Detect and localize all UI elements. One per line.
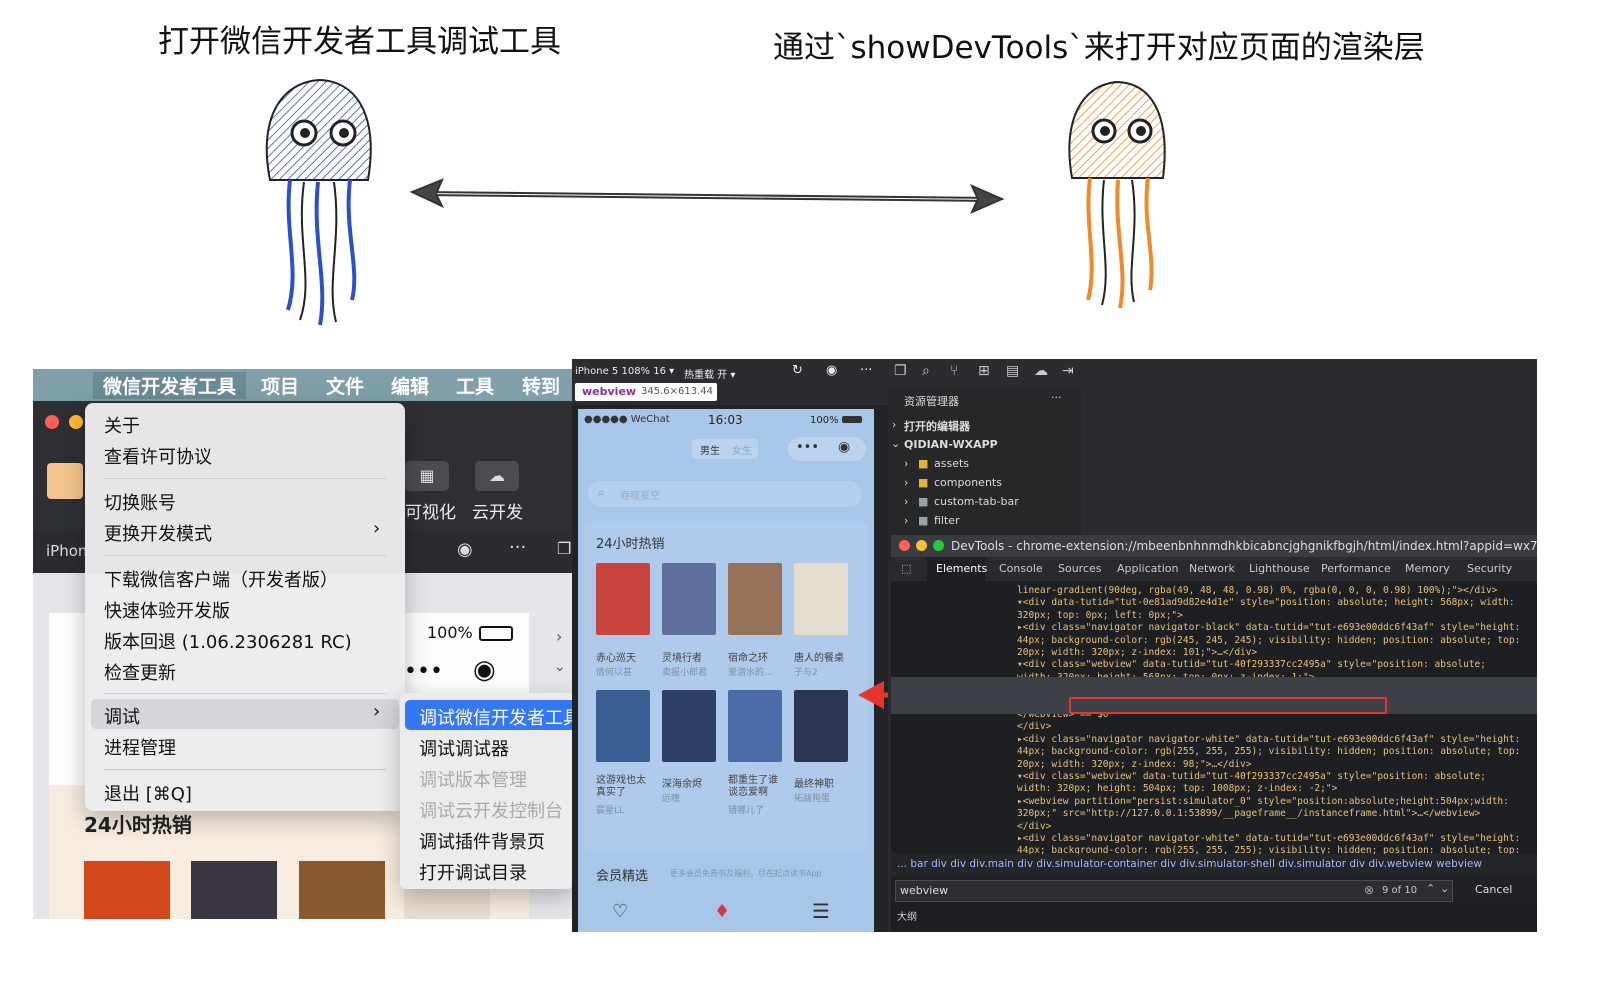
folder-icon: ■ [918, 514, 929, 527]
chevron-right-icon: › [904, 476, 909, 489]
open-editors[interactable]: 打开的编辑器 [904, 418, 970, 434]
search-icon[interactable]: ⌕ [922, 363, 930, 379]
more-icon[interactable]: ··· [1051, 391, 1062, 404]
devtools-title: DevTools - chrome-extension://mbeenbnhnm… [951, 539, 1537, 553]
devtools-tabs: ⬚ Elements Console Sources Application N… [891, 557, 1537, 581]
tab-lighthouse[interactable]: Lighthouse [1249, 562, 1310, 575]
dom-code-line[interactable]: 320px; top: 0px; left: 0px;"> [1017, 610, 1183, 621]
zoom-button[interactable] [933, 540, 944, 551]
chevron-down-icon: ⌄ [891, 437, 901, 450]
tab-elements[interactable]: Elements [936, 562, 987, 575]
tab-console[interactable]: Console [999, 562, 1043, 575]
tab-network[interactable]: Network [1189, 562, 1235, 575]
panel-icon[interactable]: ▤ [1006, 363, 1019, 379]
folder-icon: ■ [918, 476, 929, 489]
chevron-right-icon: › [904, 514, 909, 527]
breadcrumb-path[interactable]: ... bar div div div.main div div.simulat… [897, 858, 1482, 870]
devtools-window: DevTools - chrome-extension://mbeenbnhnm… [891, 535, 1537, 932]
folder-icon: ■ [918, 495, 929, 508]
devtools-screenshot: ❐ ⌕ ⑂ ⊞ ▤ ☁ ⇥ 资源管理器 ··· › 打开的编辑器 ⌄ QIDIA… [888, 359, 1537, 932]
tab-memory[interactable]: Memory [1405, 562, 1450, 575]
inspect-icon[interactable]: ⬚ [901, 562, 911, 575]
folder-custom-tab-bar[interactable]: custom-tab-bar [934, 495, 1019, 508]
extensions-icon[interactable]: ⊞ [978, 363, 990, 379]
split-icon[interactable]: ⇥ [1062, 363, 1074, 379]
dom-code-line[interactable]: 20px; width: 320px; z-index: 101;">…</di… [1017, 647, 1257, 658]
dom-code-line[interactable]: ▸<webview partition="persist:simulator_0… [1017, 796, 1509, 807]
search-input[interactable]: webview ⊗ 9 of 10 ⌃ ⌄ [895, 880, 1453, 902]
folder-icon: ■ [918, 457, 929, 470]
dom-code-line[interactable]: width: 320px; height: 504px; top: 1008px… [1017, 783, 1337, 794]
dom-code-line[interactable]: </div> [1017, 821, 1051, 832]
src-highlight-box [1069, 697, 1387, 714]
search-value: webview [900, 884, 949, 897]
folder-assets[interactable]: assets [934, 457, 969, 470]
dom-code-line[interactable]: 20px; width: 320px; z-index: 98;">…</div… [1017, 759, 1252, 770]
chevron-right-icon: › [904, 495, 909, 508]
cancel-button[interactable]: Cancel [1475, 883, 1512, 896]
devtools-titlebar: DevTools - chrome-extension://mbeenbnhnm… [891, 535, 1537, 557]
chevron-right-icon: › [892, 418, 897, 431]
dom-code-line[interactable]: 44px; background-color: rgb(255, 255, 25… [1017, 746, 1520, 757]
tab-application[interactable]: Application [1117, 562, 1178, 575]
explorer-title: 资源管理器 [904, 395, 959, 408]
tab-security[interactable]: Security [1467, 562, 1512, 575]
ide-toolbar: ❐ ⌕ ⑂ ⊞ ▤ ☁ ⇥ [888, 359, 1537, 387]
minimize-button[interactable] [916, 540, 927, 551]
chevron-right-icon: › [904, 457, 909, 470]
outline-section[interactable]: 大纲 [897, 908, 917, 923]
folder-components[interactable]: components [934, 476, 1002, 489]
dom-code-line[interactable]: ▸<div class="navigator navigator-white" … [1017, 734, 1520, 745]
breadcrumb: ... bar div div div.main div div.simulat… [891, 854, 1537, 876]
dom-code-line[interactable]: ▾<div class="webview" data-tutid="tut-40… [1017, 771, 1486, 782]
find-bar: webview ⊗ 9 of 10 ⌃ ⌄ Cancel [891, 876, 1537, 904]
next-match-icon[interactable]: ⌄ [1440, 882, 1449, 895]
files-icon[interactable]: ❐ [894, 363, 907, 379]
project-name[interactable]: QIDIAN-WXAPP [904, 438, 998, 451]
dom-code-line[interactable]: ▾<div class="webview" data-tutid="tut-40… [1017, 659, 1486, 670]
git-icon[interactable]: ⑂ [950, 363, 958, 379]
cloud-icon[interactable]: ☁ [1034, 363, 1048, 379]
dom-code-line[interactable]: 44px; background-color: rgb(245, 245, 24… [1017, 635, 1520, 646]
prev-match-icon[interactable]: ⌃ [1426, 882, 1435, 895]
dom-code-line[interactable]: </div> [1017, 721, 1051, 732]
close-button[interactable] [899, 540, 910, 551]
dom-code-line[interactable]: ▾<div data-tutid="tut-0e81ad9d82e4d1e" s… [1017, 597, 1515, 608]
tab-performance[interactable]: Performance [1321, 562, 1391, 575]
dom-code-line[interactable]: 320px;" src="http://127.0.0.1:53899/__pa… [1017, 808, 1480, 819]
dom-code-line[interactable]: linear-gradient(90deg, rgba(49, 48, 48, … [1017, 585, 1497, 596]
folder-filter[interactable]: filter [934, 514, 960, 527]
clear-icon[interactable]: ⊗ [1364, 883, 1374, 897]
elements-panel: linear-gradient(90deg, rgba(49, 48, 48, … [891, 581, 1537, 869]
dom-code-line[interactable]: ▸<div class="navigator navigator-black" … [1017, 622, 1520, 633]
tab-sources[interactable]: Sources [1058, 562, 1102, 575]
dom-code-line[interactable]: ▸<div class="navigator navigator-white" … [1017, 833, 1520, 844]
match-count: 9 of 10 [1382, 885, 1418, 896]
